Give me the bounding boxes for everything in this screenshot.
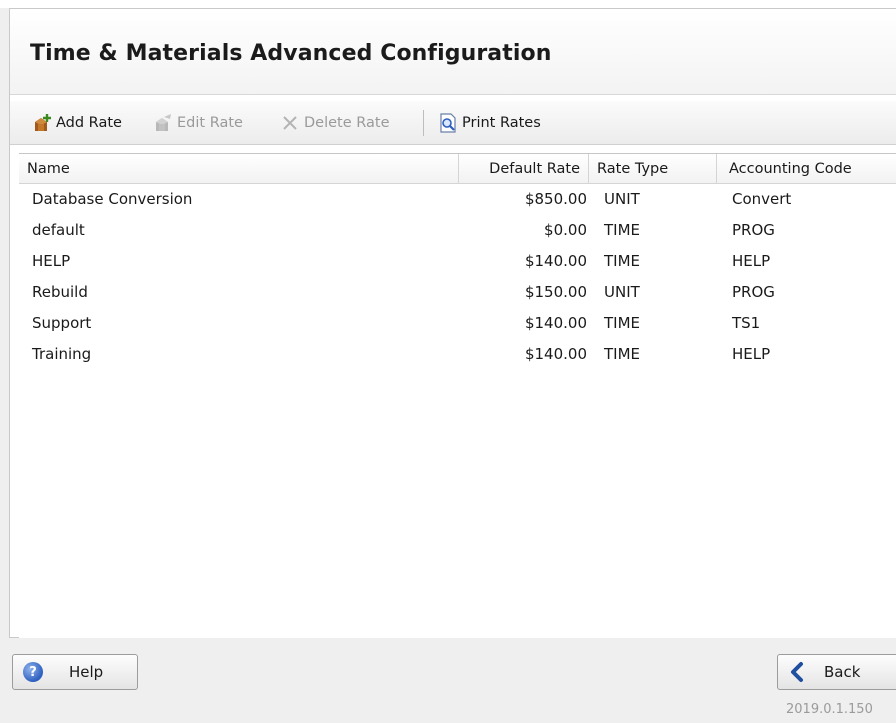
table-row[interactable]: Support $140.00 TIME TS1	[19, 308, 896, 339]
add-rate-label: Add Rate	[56, 115, 122, 131]
edit-rate-label: Edit Rate	[177, 115, 243, 131]
table-row[interactable]: Rebuild $150.00 UNIT PROG	[19, 277, 896, 308]
cell-accounting-code: TS1	[732, 314, 761, 332]
cell-default-rate: $850.00	[524, 190, 587, 208]
cell-name: Support	[32, 314, 92, 332]
table-row[interactable]: Training $140.00 TIME HELP	[19, 339, 896, 370]
cell-rate-type: TIME	[604, 221, 641, 239]
version-label: 2019.0.1.150	[786, 702, 873, 717]
column-header-name[interactable]: Name	[19, 154, 459, 184]
cell-accounting-code: PROG	[732, 221, 775, 239]
cell-name: HELP	[32, 252, 71, 270]
print-preview-icon	[438, 113, 458, 133]
help-button-label: Help	[69, 663, 104, 681]
window-top-strip	[0, 0, 896, 8]
toolbar: Add Rate Edit Rate Delete Rate Print Rat…	[10, 101, 896, 145]
back-button[interactable]: Back	[777, 654, 896, 690]
cell-default-rate: $150.00	[524, 283, 587, 301]
table-row[interactable]: Database Conversion $850.00 UNIT Convert	[19, 184, 896, 215]
delete-x-icon	[280, 113, 300, 133]
back-arrow-icon	[786, 660, 810, 684]
table-row[interactable]: default $0.00 TIME PROG	[19, 215, 896, 246]
cell-name: Database Conversion	[32, 190, 193, 208]
table-header: Name Default Rate Rate Type Accounting C…	[19, 154, 896, 184]
column-header-default-rate[interactable]: Default Rate	[459, 154, 589, 184]
add-rate-icon	[32, 113, 52, 133]
help-button[interactable]: ? Help	[12, 654, 138, 690]
cell-default-rate: $140.00	[524, 252, 587, 270]
cell-default-rate: $140.00	[524, 345, 587, 363]
table-row[interactable]: HELP $140.00 TIME HELP	[19, 246, 896, 277]
cell-rate-type: TIME	[604, 252, 641, 270]
print-rates-button[interactable]: Print Rates	[438, 111, 541, 135]
edit-rate-icon	[153, 113, 173, 133]
add-rate-button[interactable]: Add Rate	[32, 111, 122, 135]
edit-rate-button[interactable]: Edit Rate	[153, 111, 243, 135]
print-rates-label: Print Rates	[462, 115, 541, 131]
cell-accounting-code: HELP	[732, 345, 771, 363]
cell-accounting-code: HELP	[732, 252, 771, 270]
cell-accounting-code: Convert	[732, 190, 792, 208]
help-question-icon: ?	[23, 662, 43, 682]
cell-rate-type: TIME	[604, 314, 641, 332]
cell-name: default	[32, 221, 85, 239]
page-title: Time & Materials Advanced Configuration	[30, 41, 552, 66]
cell-default-rate: $140.00	[524, 314, 587, 332]
column-header-rate-type[interactable]: Rate Type	[589, 154, 717, 184]
cell-rate-type: UNIT	[604, 190, 640, 208]
cell-accounting-code: PROG	[732, 283, 775, 301]
column-header-accounting-code[interactable]: Accounting Code	[717, 154, 896, 184]
cell-rate-type: TIME	[604, 345, 641, 363]
page-header: Time & Materials Advanced Configuration	[10, 9, 896, 95]
cell-name: Rebuild	[32, 283, 88, 301]
delete-rate-button[interactable]: Delete Rate	[280, 111, 390, 135]
cell-rate-type: UNIT	[604, 283, 640, 301]
cell-name: Training	[32, 345, 92, 363]
config-panel: Time & Materials Advanced Configuration …	[9, 8, 896, 638]
cell-default-rate: $0.00	[544, 221, 587, 239]
delete-rate-label: Delete Rate	[304, 115, 390, 131]
back-button-label: Back	[824, 663, 861, 681]
rates-table: Name Default Rate Rate Type Accounting C…	[19, 153, 896, 638]
toolbar-separator	[423, 110, 424, 136]
